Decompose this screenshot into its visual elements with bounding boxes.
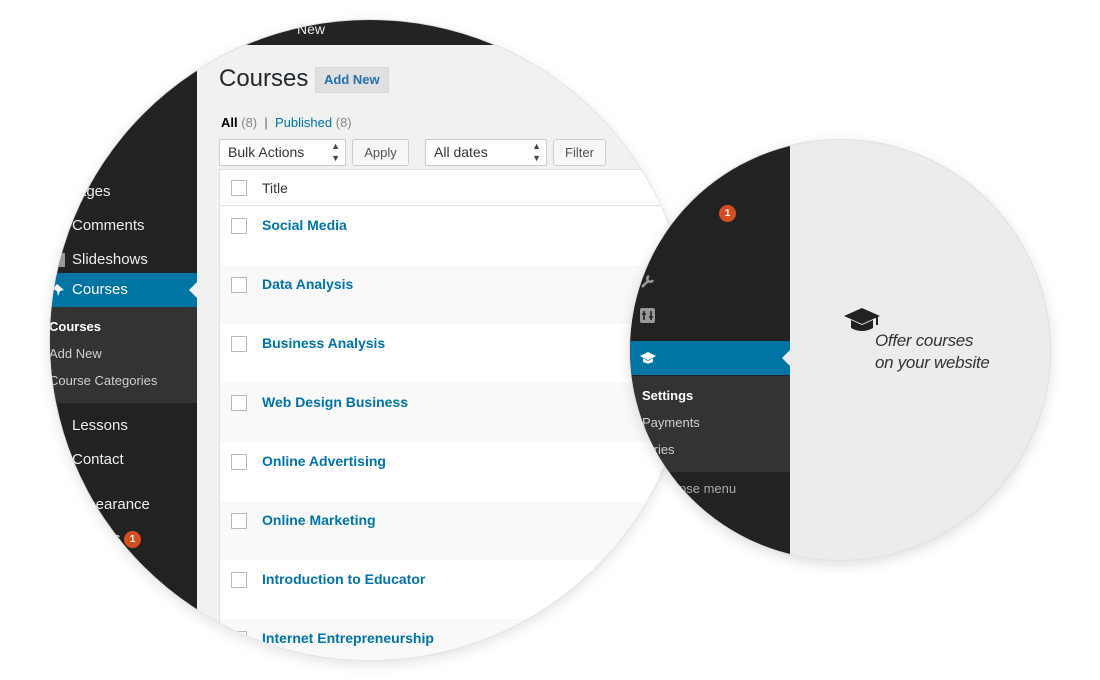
row-checkbox[interactable] [231, 395, 247, 411]
table-header: Title [220, 170, 690, 206]
dates-value: All dates [434, 144, 488, 160]
submenu-item-settings[interactable]: Settings [642, 388, 693, 403]
filter-button[interactable]: Filter [553, 139, 606, 166]
sidebar-item-lessons[interactable]: Lessons [50, 409, 197, 443]
course-title-link[interactable]: Data Analysis [262, 276, 353, 292]
course-title-link[interactable]: Online Advertising [262, 453, 386, 469]
courses-screen-circle: + New dia ages Comments Slideshows Cours… [50, 20, 690, 660]
filter-all-count: (8) [241, 115, 258, 130]
admin-sidebar-zoom: 1 Settings Payments tries llapse menu [630, 140, 790, 560]
settings-icon [640, 308, 655, 323]
filter-published[interactable]: Published [275, 115, 332, 130]
courses-list-page: Courses Add New All (8) | Published (8) … [197, 45, 690, 660]
course-title-link[interactable]: Online Marketing [262, 512, 376, 528]
submenu-item-payments[interactable]: Payments [642, 415, 700, 430]
promo-text: Offer courses on your website [875, 330, 990, 374]
table-row: Online Advertising [220, 442, 690, 501]
courses-submenu: Courses Add New Course Categories [50, 307, 197, 403]
plugins-update-badge: 1 [124, 531, 141, 548]
sidebar-item-label: ppearance [79, 496, 150, 513]
bulk-actions-select[interactable]: Bulk Actions ▲ ▼ [219, 139, 346, 166]
submenu-item-course-categories[interactable]: Course Categories [50, 373, 157, 388]
sidebar-item-label: Contact [72, 451, 124, 468]
table-row: Social Media [220, 206, 690, 265]
row-checkbox[interactable] [231, 218, 247, 234]
admin-sidebar: dia ages Comments Slideshows Courses Cou… [50, 45, 197, 660]
select-all-checkbox[interactable] [231, 180, 247, 196]
row-checkbox[interactable] [231, 454, 247, 470]
course-title-link[interactable]: Introduction to Educator [262, 571, 425, 587]
table-row: Web Design Business [220, 383, 690, 442]
filter-published-count: (8) [335, 115, 352, 130]
submenu-item-entries[interactable]: tries [650, 442, 675, 457]
table-row: Internet Entrepreneurship [220, 619, 690, 660]
sidebar-item-comments[interactable]: Comments [50, 209, 197, 243]
collapse-menu[interactable]: llapse menu [666, 481, 736, 496]
submenu-item-courses[interactable]: Courses [50, 319, 101, 334]
select-arrows-icon: ▲ ▼ [532, 141, 541, 163]
admin-bar-new[interactable]: New [297, 21, 325, 37]
course-title-link[interactable]: Web Design Business [262, 394, 408, 410]
sidebar-item-appearance[interactable] [630, 162, 790, 196]
course-title-link[interactable]: Social Media [262, 217, 347, 233]
sidebar-item-educator[interactable] [630, 341, 790, 375]
sidebar-item-tools[interactable] [630, 264, 790, 298]
sidebar-item-label: dia [78, 148, 99, 165]
sidebar-item-contact[interactable]: Contact [50, 443, 197, 477]
sidebar-item-media[interactable]: dia [50, 140, 197, 174]
sidebar-item-label: Lessons [72, 417, 128, 434]
course-title-link[interactable]: Internet Entrepreneurship [262, 630, 434, 646]
sidebar-item-pages[interactable]: ages [50, 175, 197, 209]
sidebar-item-plugins[interactable]: 1 [630, 196, 790, 230]
status-filter-links: All (8) | Published (8) [221, 115, 352, 130]
column-title[interactable]: Title [262, 180, 288, 196]
row-checkbox[interactable] [231, 277, 247, 293]
sidebar-item-label: Slideshows [72, 251, 148, 268]
sidebar-item-users[interactable] [630, 230, 790, 264]
submenu-item-add-new[interactable]: Add New [50, 346, 102, 361]
table-row: Online Marketing [220, 501, 690, 560]
table-row: Data Analysis [220, 265, 690, 324]
pin-icon [52, 283, 66, 297]
filter-separator: | [264, 115, 268, 130]
course-title-link[interactable]: Business Analysis [262, 335, 385, 351]
bulk-actions-value: Bulk Actions [228, 144, 305, 160]
sidebar-item-label: Comments [72, 217, 145, 234]
table-row: Business Analysis [220, 324, 690, 383]
promo-line-1: Offer courses [875, 331, 974, 350]
slideshows-icon [56, 253, 70, 267]
sidebar-item-label: Courses [72, 281, 128, 298]
sidebar-item-label: s [113, 530, 121, 547]
select-arrows-icon: ▲ ▼ [331, 141, 340, 163]
row-checkbox[interactable] [231, 572, 247, 588]
page-title: Courses [219, 65, 309, 92]
filter-all[interactable]: All [221, 115, 238, 130]
courses-table: Title Social Media Data Analysis Busines… [219, 169, 690, 660]
graduation-cap-icon [640, 351, 656, 366]
educator-submenu: Settings Payments tries [630, 376, 790, 472]
dates-select[interactable]: All dates ▲ ▼ [425, 139, 547, 166]
wrench-icon [640, 274, 655, 289]
sidebar-item-settings[interactable] [630, 298, 790, 332]
sidebar-item-courses[interactable]: Courses [50, 273, 197, 307]
promo-line-2: on your website [875, 353, 990, 372]
plugins-update-badge: 1 [719, 205, 736, 222]
row-checkbox[interactable] [231, 631, 247, 647]
add-new-button[interactable]: Add New [315, 67, 389, 93]
table-row: Introduction to Educator [220, 560, 690, 619]
sidebar-item-plugins[interactable]: s 1 [50, 522, 197, 556]
admin-bar: + New [50, 20, 690, 45]
sidebar-item-label: ages [78, 183, 111, 200]
sidebar-item-slideshows[interactable]: Slideshows [50, 243, 197, 277]
educator-menu-circle: 1 Settings Payments tries llapse menu Of… [630, 140, 1050, 560]
row-checkbox[interactable] [231, 336, 247, 352]
apply-button[interactable]: Apply [352, 139, 409, 166]
sidebar-item-appearance[interactable]: ppearance [50, 488, 197, 522]
row-checkbox[interactable] [231, 513, 247, 529]
plus-icon[interactable]: + [275, 20, 284, 36]
